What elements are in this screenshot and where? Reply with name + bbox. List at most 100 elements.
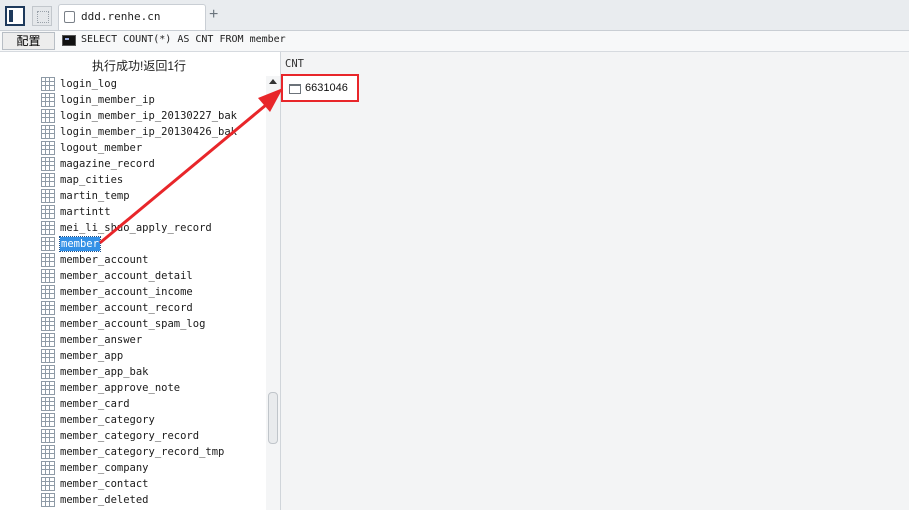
table-list-item[interactable]: member_account_record: [0, 300, 266, 316]
table-name-label: member_account_record: [60, 302, 193, 314]
table-list-item[interactable]: login_member_ip_20130426_bak: [0, 124, 266, 140]
table-name-label: member_company: [60, 462, 149, 474]
table-icon: [41, 349, 55, 363]
table-name-label: member_approve_note: [60, 382, 181, 394]
terminal-icon: [62, 35, 76, 46]
panel-toggle-icon[interactable]: [5, 6, 25, 26]
table-name-label: member_account_income: [60, 286, 193, 298]
grid-icon[interactable]: [32, 6, 52, 26]
table-list-item[interactable]: member: [0, 236, 266, 252]
table-name-label: magazine_record: [60, 158, 155, 170]
table-list-item[interactable]: login_log: [0, 76, 266, 92]
table-icon: [41, 381, 55, 395]
table-icon: [41, 93, 55, 107]
table-name-label: member_account_detail: [60, 270, 193, 282]
table-list-item[interactable]: member_card: [0, 396, 266, 412]
table-icon: [41, 445, 55, 459]
table-icon: [41, 189, 55, 203]
table-name-label: login_member_ip_20130426_bak: [60, 126, 238, 138]
result-panel: CNT 6631046: [281, 52, 909, 510]
table-name-label: logout_member: [60, 142, 143, 154]
table-icon: [41, 173, 55, 187]
table-name-label: member_deleted: [60, 494, 149, 506]
sql-query-text[interactable]: SELECT COUNT(*) AS CNT FROM member: [81, 34, 286, 45]
query-bar: 配置 SELECT COUNT(*) AS CNT FROM member: [0, 31, 909, 52]
table-list-item[interactable]: member_account_income: [0, 284, 266, 300]
config-button[interactable]: 配置: [2, 32, 55, 50]
table-name-label: member_app: [60, 350, 124, 362]
scroll-up-icon[interactable]: [269, 79, 277, 84]
tab-page-icon: [64, 11, 75, 23]
table-list-item[interactable]: map_cities: [0, 172, 266, 188]
tab-bar: ddd.renhe.cn +: [0, 0, 909, 31]
table-list-item[interactable]: login_member_ip_20130227_bak: [0, 108, 266, 124]
table-list-item[interactable]: logout_member: [0, 140, 266, 156]
table-list-item[interactable]: member_account: [0, 252, 266, 268]
table-name-label: member_answer: [60, 334, 143, 346]
table-icon: [41, 477, 55, 491]
column-header-cnt[interactable]: CNT: [285, 58, 304, 70]
table-icon: [41, 397, 55, 411]
result-cell[interactable]: 6631046: [281, 74, 359, 102]
table-name-label: martin_temp: [60, 190, 130, 202]
table-list-item[interactable]: member_category: [0, 412, 266, 428]
table-list-scrollbar[interactable]: [266, 76, 280, 510]
table-icon: [41, 141, 55, 155]
table-list-item[interactable]: member_category_record_tmp: [0, 444, 266, 460]
table-name-label: member_category_record: [60, 430, 200, 442]
add-tab-button[interactable]: +: [209, 7, 218, 23]
table-name-label: login_member_ip_20130227_bak: [60, 110, 238, 122]
table-icon: [41, 413, 55, 427]
row-icon: [289, 84, 301, 94]
table-name-label: login_member_ip: [60, 94, 155, 106]
table-icon: [41, 205, 55, 219]
table-icon: [41, 301, 55, 315]
table-icon: [41, 109, 55, 123]
table-icon: [41, 253, 55, 267]
table-name-label: map_cities: [60, 174, 124, 186]
table-icon: [41, 157, 55, 171]
table-name-label: member_account: [60, 254, 149, 266]
table-list-item[interactable]: member_deleted: [0, 492, 266, 508]
table-icon: [41, 333, 55, 347]
table-icon: [41, 285, 55, 299]
table-name-label: member_contact: [60, 478, 149, 490]
table-name-label: member_account_spam_log: [60, 318, 206, 330]
table-icon: [41, 77, 55, 91]
table-icon: [41, 365, 55, 379]
table-list-item[interactable]: member_answer: [0, 332, 266, 348]
table-list-item[interactable]: member_category_record: [0, 428, 266, 444]
table-icon: [41, 493, 55, 507]
table-list-panel: 执行成功!返回1行 login_log login_member_ip login_…: [0, 52, 281, 510]
table-name-label: member: [59, 236, 101, 252]
table-name-label: martintt: [60, 206, 111, 218]
table-icon: [41, 429, 55, 443]
tab-title: ddd.renhe.cn: [81, 10, 161, 23]
tab-ddd-renhe[interactable]: ddd.renhe.cn: [58, 4, 206, 30]
table-list-item[interactable]: martintt: [0, 204, 266, 220]
table-list-item[interactable]: member_company: [0, 460, 266, 476]
table-list-item[interactable]: magazine_record: [0, 156, 266, 172]
table-list-item[interactable]: member_account_detail: [0, 268, 266, 284]
table-list-item[interactable]: member_app_bak: [0, 364, 266, 380]
table-list-item[interactable]: mei_li_shuo_apply_record: [0, 220, 266, 236]
status-message: 执行成功!返回1行: [92, 59, 187, 73]
scrollbar-thumb[interactable]: [268, 392, 278, 444]
table-list-item[interactable]: member_account_spam_log: [0, 316, 266, 332]
table-icon: [41, 317, 55, 331]
table-list-item[interactable]: member_approve_note: [0, 380, 266, 396]
table-name-label: login_log: [60, 78, 117, 90]
table-icon: [41, 125, 55, 139]
table-name-label: member_category: [60, 414, 155, 426]
table-list-item[interactable]: member_app: [0, 348, 266, 364]
table-icon: [41, 237, 55, 251]
table-name-label: member_app_bak: [60, 366, 149, 378]
table-icon: [41, 221, 55, 235]
table-name-label: mei_li_shuo_apply_record: [60, 222, 212, 234]
table-list-item[interactable]: martin_temp: [0, 188, 266, 204]
table-icon: [41, 269, 55, 283]
result-value: 6631046: [305, 82, 348, 94]
table-list-item[interactable]: member_contact: [0, 476, 266, 492]
table-icon: [41, 461, 55, 475]
table-list-item[interactable]: login_member_ip: [0, 92, 266, 108]
